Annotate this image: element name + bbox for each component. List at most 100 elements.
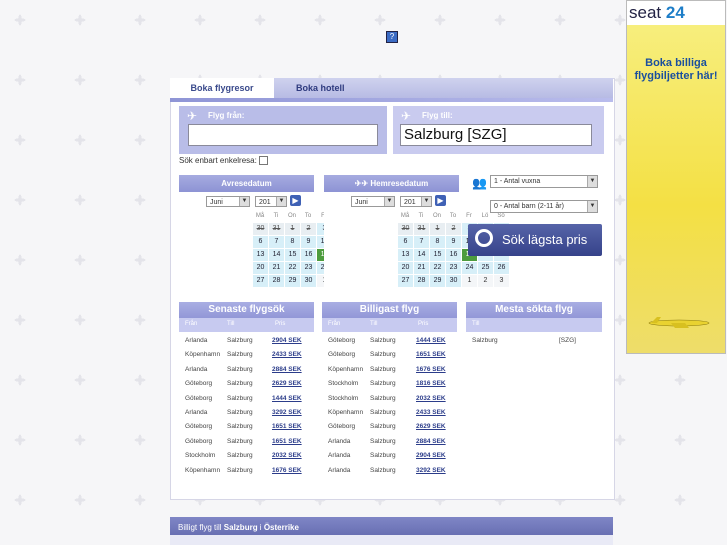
tab-hotels[interactable]: Boka hotell <box>274 78 613 98</box>
adults-select[interactable]: 1 - Antal vuxna ▼ <box>490 175 598 188</box>
day-cell[interactable]: 14 <box>269 249 284 261</box>
weekday-label: To <box>304 213 312 219</box>
cell: Salzburg <box>370 380 396 388</box>
search-button[interactable]: Sök lägsta pris <box>468 224 602 256</box>
price-link[interactable]: 3292 SEK <box>416 467 446 474</box>
airplane-icon <box>648 317 710 328</box>
to-label: Flyg till: <box>422 111 453 120</box>
day-cell[interactable]: 29 <box>430 275 445 287</box>
return-month-select[interactable]: Juni ▼ <box>351 196 395 207</box>
depart-month-select[interactable]: Juni ▼ <box>206 196 250 207</box>
depart-year-select[interactable]: 201 ▼ <box>255 196 287 207</box>
day-cell[interactable]: 14 <box>414 249 429 261</box>
footer-strip <box>170 535 613 545</box>
price-link[interactable]: 1676 SEK <box>272 467 302 474</box>
from-input[interactable] <box>188 124 378 146</box>
day-cell[interactable]: 3 <box>494 275 509 287</box>
day-cell[interactable]: 20 <box>253 262 268 274</box>
col-header-to: Till <box>472 321 480 327</box>
price-link[interactable]: 2629 SEK <box>416 423 446 430</box>
day-cell[interactable]: 28 <box>269 275 284 287</box>
day-cell[interactable]: 8 <box>285 236 300 248</box>
price-link[interactable]: 2032 SEK <box>272 452 302 459</box>
day-cell[interactable]: 7 <box>269 236 284 248</box>
price-link[interactable]: 2884 SEK <box>416 438 446 445</box>
tab-flights[interactable]: Boka flygresor <box>170 78 275 98</box>
oneway-checkbox[interactable] <box>258 156 268 166</box>
col-header-price: Pris <box>275 321 286 327</box>
day-cell[interactable]: 23 <box>446 262 461 274</box>
price-link[interactable]: 3292 SEK <box>272 409 302 416</box>
price-link[interactable]: 2904 SEK <box>416 452 446 459</box>
price-link[interactable]: 2433 SEK <box>272 351 302 358</box>
day-cell[interactable]: 1 <box>462 275 477 287</box>
day-cell[interactable]: 7 <box>414 236 429 248</box>
day-cell[interactable]: 21 <box>414 262 429 274</box>
cell: Salzburg <box>227 452 253 460</box>
footer-bar: Billigt flyg till Salzburg i Österrike <box>170 517 613 545</box>
cell: Salzburg <box>227 365 253 373</box>
chevron-down-icon: ▼ <box>421 197 431 206</box>
day-cell[interactable]: 28 <box>414 275 429 287</box>
day-cell[interactable]: 22 <box>285 262 300 274</box>
day-cell[interactable]: 8 <box>430 236 445 248</box>
help-icon[interactable]: ? <box>386 31 398 43</box>
next-month-button[interactable]: ▶ <box>435 195 446 206</box>
cell: Köpenhamn <box>328 409 364 416</box>
price-link[interactable]: 1444 SEK <box>416 337 446 344</box>
day-cell[interactable]: 16 <box>301 249 316 261</box>
ad-banner[interactable]: seat 24 Boka billiga flygbiljetter här! <box>626 0 726 354</box>
plane-icon: ✈ <box>401 109 412 123</box>
day-cell[interactable]: 29 <box>285 275 300 287</box>
day-cell[interactable]: 26 <box>494 262 509 274</box>
price-link[interactable]: 2904 SEK <box>272 337 302 344</box>
day-cell: 31 <box>414 223 429 235</box>
price-link[interactable]: 1651 SEK <box>416 351 446 358</box>
price-link[interactable]: 2884 SEK <box>272 366 302 373</box>
footer-country[interactable]: Österrike <box>264 523 299 532</box>
day-cell[interactable]: 2 <box>478 275 493 287</box>
price-link[interactable]: 1651 SEK <box>272 423 302 430</box>
day-cell: 1 <box>430 223 445 235</box>
return-year-select[interactable]: 201 ▼ <box>400 196 432 207</box>
day-cell[interactable]: 27 <box>253 275 268 287</box>
day-cell[interactable]: 23 <box>301 262 316 274</box>
weekday-row: Må Ti On To Fr Lö Sö <box>397 213 509 219</box>
price-link[interactable]: 1444 SEK <box>272 395 302 402</box>
day-cell[interactable]: 20 <box>398 262 413 274</box>
price-link[interactable]: 1651 SEK <box>272 438 302 445</box>
return-label: Hemresedatum <box>370 179 429 188</box>
day-cell[interactable]: 15 <box>285 249 300 261</box>
chevron-down-icon: ▼ <box>587 201 597 212</box>
footer-city[interactable]: Salzburg <box>224 523 258 532</box>
cell: Salzburg <box>370 351 396 359</box>
to-input[interactable]: Salzburg [SZG] <box>400 124 592 146</box>
weekday-label: Fr <box>466 213 472 219</box>
day-cell[interactable]: 6 <box>253 236 268 248</box>
cell: Göteborg <box>328 351 356 359</box>
day-cell[interactable]: 6 <box>398 236 413 248</box>
day-cell[interactable]: 9 <box>446 236 461 248</box>
from-label: Flyg från: <box>208 111 245 120</box>
day-cell[interactable]: 27 <box>398 275 413 287</box>
price-link[interactable]: 2433 SEK <box>416 409 446 416</box>
day-cell[interactable]: 21 <box>269 262 284 274</box>
day-cell[interactable]: 13 <box>253 249 268 261</box>
day-cell[interactable]: 16 <box>446 249 461 261</box>
price-link[interactable]: 2629 SEK <box>272 380 302 387</box>
day-cell[interactable]: 30 <box>301 275 316 287</box>
day-cell[interactable]: 15 <box>430 249 445 261</box>
price-link[interactable]: 1816 SEK <box>416 380 446 387</box>
day-cell[interactable]: 30 <box>446 275 461 287</box>
next-month-button[interactable]: ▶ <box>290 195 301 206</box>
cell: Salzburg <box>370 394 396 402</box>
day-cell[interactable]: 22 <box>430 262 445 274</box>
day-cell[interactable]: 25 <box>478 262 493 274</box>
day-cell[interactable]: 13 <box>398 249 413 261</box>
weekday-label: To <box>449 213 457 219</box>
children-select[interactable]: 0 - Antal barn (2-11 år) ▼ <box>490 200 598 213</box>
price-link[interactable]: 1676 SEK <box>416 366 446 373</box>
day-cell[interactable]: 24 <box>462 262 477 274</box>
day-cell[interactable]: 9 <box>301 236 316 248</box>
price-link[interactable]: 2032 SEK <box>416 395 446 402</box>
